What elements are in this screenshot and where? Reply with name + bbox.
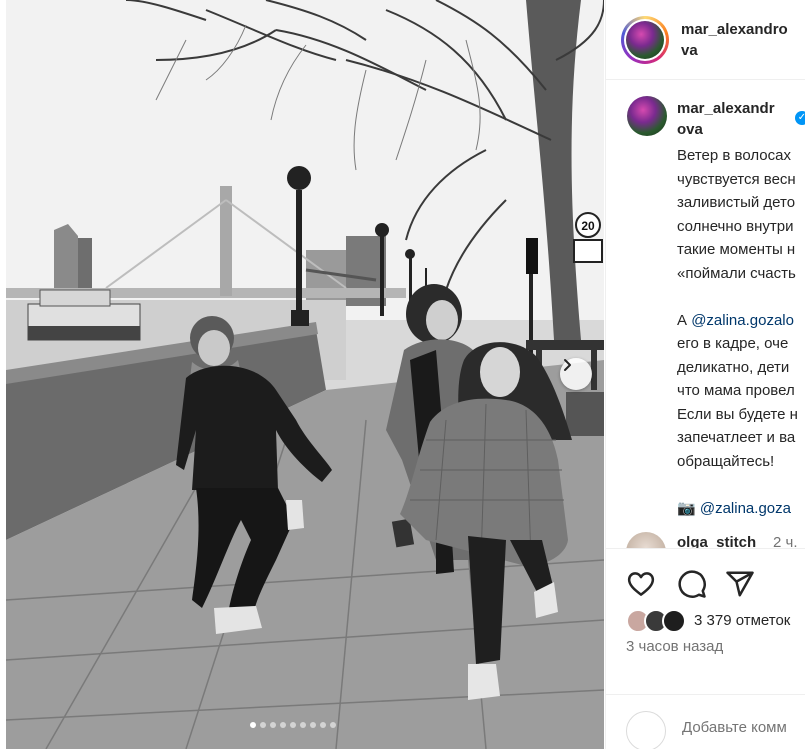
verified-badge-icon: ✓ — [795, 111, 805, 125]
speed-sign-text: 20 — [581, 219, 595, 233]
caption-line: чувствуется весн — [677, 170, 796, 188]
comment-icon[interactable] — [677, 569, 707, 599]
caption-line: Если вы будете н — [677, 405, 798, 423]
carousel-dot — [330, 722, 336, 728]
share-icon[interactable] — [725, 569, 755, 599]
carousel-dot — [260, 722, 266, 728]
caption-line: солнечно внутри — [677, 217, 794, 235]
emoji-icon[interactable] — [626, 711, 666, 749]
carousel-dot — [250, 722, 256, 728]
add-comment-bar — [606, 694, 805, 749]
liked-by-avatars[interactable] — [626, 609, 690, 633]
carousel-dot — [320, 722, 326, 728]
header-username-line1: mar_alexandro — [681, 21, 788, 38]
carousel-dot — [300, 722, 306, 728]
carousel-dot — [280, 722, 286, 728]
liker-avatar — [662, 609, 686, 633]
caption-line: его в кадре, оче — [677, 335, 789, 352]
carousel-dot — [310, 722, 316, 728]
likes-count[interactable]: 3 379 отметок — [694, 612, 790, 629]
header-username-line2: va — [681, 42, 698, 59]
chevron-right-icon — [564, 359, 571, 371]
header-username[interactable]: mar_alexandro va — [681, 19, 788, 61]
author-avatar-ring[interactable] — [621, 16, 669, 64]
next-photo-button[interactable] — [560, 358, 592, 390]
caption-line: такие моменты н — [677, 241, 796, 258]
post-photo[interactable]: 20 — [6, 0, 604, 749]
caption-username-line2: ova — [677, 121, 703, 138]
caption-line: А @zalina.gozalo — [677, 309, 805, 333]
carousel-dots — [250, 722, 336, 728]
caption-line: «поймали счасть — [677, 264, 796, 282]
carousel-dot — [290, 722, 296, 728]
caption-line: заливистый дето — [677, 194, 796, 211]
caption-username-line1: mar_alexandr — [677, 100, 775, 117]
caption-line: 📷 @zalina.goza — [677, 497, 805, 521]
caption-line: обращайтесь! — [677, 452, 775, 470]
caption-line: что мама провел — [677, 382, 795, 399]
photo-image: 20 — [6, 0, 604, 749]
camera-mention-link[interactable]: @zalina.goza — [700, 500, 791, 517]
caption-line: деликатно, дети — [677, 358, 790, 376]
post-caption: Ветер в волосах чувствуется весн заливис… — [677, 144, 805, 520]
author-avatar — [626, 21, 664, 59]
caption-line: Ветер в волосах — [677, 147, 791, 164]
post-time[interactable]: 3 часов назад — [626, 638, 723, 655]
mention-link[interactable]: @zalina.gozalo — [691, 312, 794, 329]
post-actions: 3 379 отметок 3 часов назад — [606, 548, 805, 749]
camera-icon: 📷 — [677, 499, 696, 517]
caption-line: запечатлеет и ва — [677, 429, 796, 446]
caption-username[interactable]: mar_alexandr ova — [677, 98, 775, 140]
carousel-dot — [270, 722, 276, 728]
caption-author-avatar[interactable] — [627, 96, 667, 136]
heart-icon[interactable] — [626, 569, 656, 599]
post-header: mar_alexandro va — [606, 0, 805, 80]
post-side-panel: mar_alexandro va mar_alexandr ova ✓ Вете… — [605, 0, 805, 749]
caption-prefix: А — [677, 311, 692, 329]
add-comment-input[interactable] — [682, 719, 805, 736]
